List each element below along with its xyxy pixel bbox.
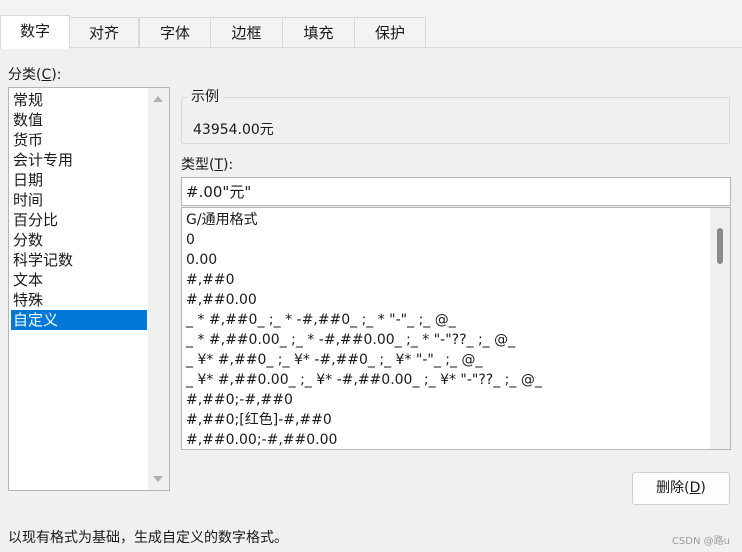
format-list-item[interactable]: #,##0;-#,##0 [186, 390, 293, 410]
type-label-tail: ): [223, 157, 234, 173]
format-list-item[interactable]: 0.00 [186, 250, 217, 270]
scroll-up-arrow-icon[interactable] [153, 96, 163, 102]
type-label: 类型(T): [181, 154, 233, 174]
format-list-item[interactable]: #,##0;[红色]-#,##0 [186, 410, 332, 430]
category-item-date[interactable]: 日期 [11, 170, 147, 190]
tab-number[interactable]: 数字 [0, 15, 70, 49]
format-list-item[interactable]: _ ¥* #,##0.00_ ;_ ¥* -#,##0.00_ ;_ ¥* "-… [186, 370, 542, 390]
category-label-text: 分类( [8, 67, 42, 83]
sample-legend: 示例 [187, 88, 223, 106]
format-cells-dialog: 数字 对齐 字体 边框 填充 保护 分类(C): 常规 数值 货币 会计专用 日… [0, 0, 742, 552]
tab-divider [0, 47, 742, 48]
format-list-item[interactable]: #,##0.00 [186, 290, 257, 310]
scroll-thumb[interactable] [717, 228, 723, 264]
tab-protection[interactable]: 保护 [354, 17, 426, 48]
format-list-item[interactable]: 0 [186, 230, 195, 250]
category-item-scientific[interactable]: 科学记数 [11, 250, 147, 270]
delete-button-tail: ) [700, 480, 706, 496]
category-item-text[interactable]: 文本 [11, 270, 147, 290]
format-list-item[interactable]: #,##0 [186, 270, 235, 290]
category-label: 分类(C): [8, 64, 61, 84]
category-list[interactable]: 常规 数值 货币 会计专用 日期 时间 百分比 分数 科学记数 文本 特殊 自定… [8, 87, 170, 491]
type-label-text: 类型( [181, 157, 215, 173]
tab-fill[interactable]: 填充 [282, 17, 355, 48]
format-list-item[interactable]: _ ¥* #,##0_ ;_ ¥* -#,##0_ ;_ ¥* "-"_ ;_ … [186, 350, 482, 370]
category-item-general[interactable]: 常规 [11, 90, 147, 110]
tab-font[interactable]: 字体 [139, 17, 211, 48]
tab-bar: 数字 对齐 字体 边框 填充 保护 [0, 0, 742, 49]
category-label-tail: ): [51, 67, 62, 83]
category-item-fraction[interactable]: 分数 [11, 230, 147, 250]
tab-border[interactable]: 边框 [210, 17, 283, 48]
delete-button-hotkey: D [689, 480, 701, 496]
sample-value: 43954.00元 [193, 122, 274, 138]
category-item-special[interactable]: 特殊 [11, 290, 147, 310]
category-label-hotkey: C [41, 67, 52, 83]
scroll-down-arrow-icon[interactable] [153, 476, 163, 482]
format-list-item[interactable]: _ * #,##0_ ;_ * -#,##0_ ;_ * "-"_ ;_ @_ [186, 310, 456, 330]
category-item-currency[interactable]: 货币 [11, 130, 147, 150]
category-item-time[interactable]: 时间 [11, 190, 147, 210]
description-text: 以现有格式为基础，生成自定义的数字格式。 [8, 530, 288, 546]
format-list-item[interactable]: G/通用格式 [186, 210, 258, 230]
format-list-scrollbar[interactable] [710, 208, 730, 449]
delete-button[interactable]: 删除(D) [632, 472, 730, 505]
format-list-item[interactable]: #,##0.00;-#,##0.00 [186, 430, 337, 449]
category-item-number[interactable]: 数值 [11, 110, 147, 130]
category-item-percentage[interactable]: 百分比 [11, 210, 147, 230]
watermark: CSDN @路u [671, 536, 730, 547]
delete-button-text: 删除( [656, 480, 690, 496]
category-scrollbar[interactable] [148, 88, 169, 490]
format-list-item[interactable]: _ * #,##0.00_ ;_ * -#,##0.00_ ;_ * "-"??… [186, 330, 515, 350]
format-code-list[interactable]: G/通用格式 0 0.00 #,##0 #,##0.00 _ * #,##0_ … [181, 207, 731, 450]
category-item-custom[interactable]: 自定义 [11, 310, 147, 330]
type-label-hotkey: T [214, 157, 224, 173]
format-code-input[interactable] [181, 177, 731, 206]
category-item-accounting[interactable]: 会计专用 [11, 150, 147, 170]
tab-alignment[interactable]: 对齐 [69, 17, 139, 48]
